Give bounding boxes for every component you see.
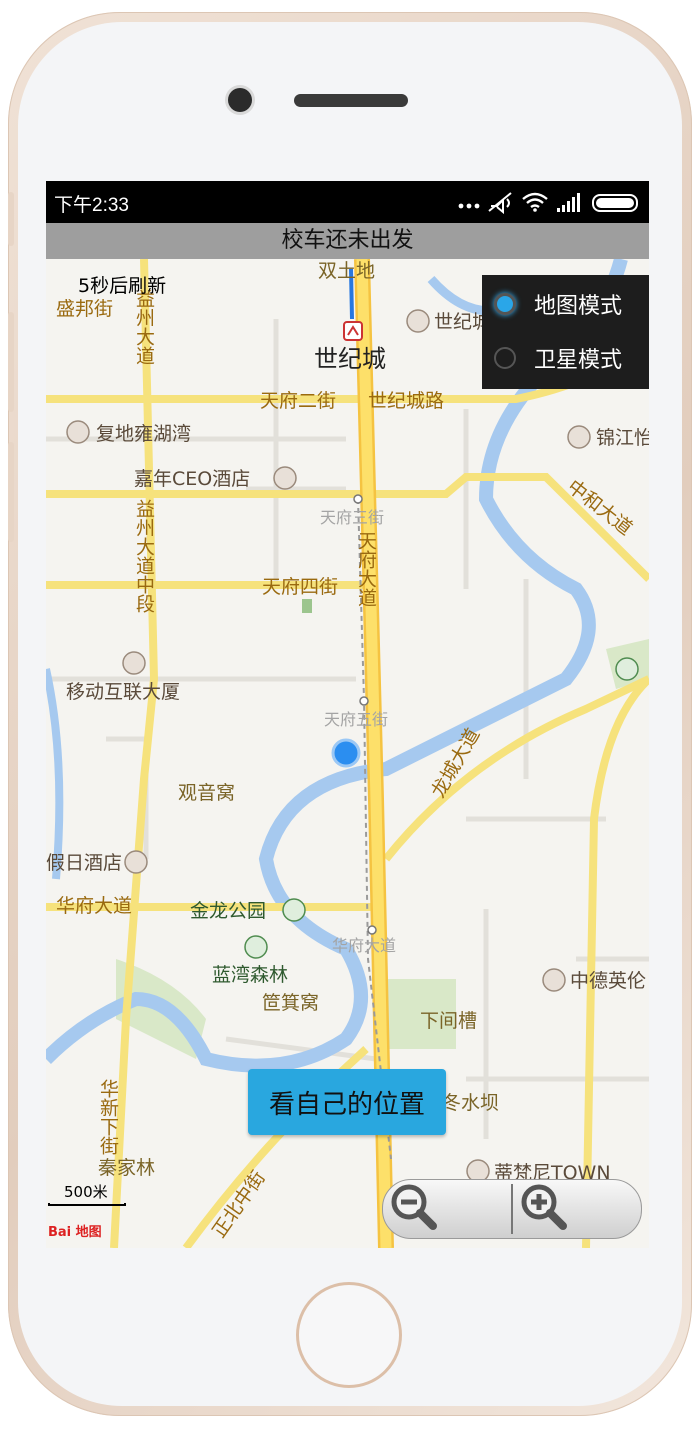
- earpiece-speaker: [294, 94, 408, 107]
- volume-down-button: [8, 442, 14, 542]
- radio-unselected-icon[interactable]: [494, 347, 516, 369]
- refresh-countdown: 5秒后刷新: [78, 275, 167, 297]
- map-label: 复地雍湖湾: [96, 423, 191, 445]
- map-label: 下间槽: [420, 1010, 477, 1032]
- map-label: 蓝湾森林: [212, 964, 288, 986]
- map-label: 天府五街: [324, 710, 388, 729]
- status-time: 下午2:33: [54, 195, 129, 216]
- baidu-map-logo: Bai 地图: [48, 1225, 102, 1240]
- zoom-in-button[interactable]: [513, 1180, 641, 1238]
- metro-station-icon: [343, 321, 363, 341]
- show-my-location-button[interactable]: 看自己的位置: [248, 1069, 446, 1135]
- status-bar: 下午2:33: [46, 181, 649, 223]
- signal-icon: [557, 193, 580, 212]
- map-label: 假日酒店: [46, 852, 122, 874]
- satellite-mode-label: 卫星模式: [534, 348, 623, 373]
- wifi-icon: [522, 192, 548, 212]
- app-screen: 下午2:33 校车还未出发 双土地 世纪城 世纪城 盛邦街 复地雍湖湾 锦江怡 …: [46, 181, 649, 1248]
- zoom-control: [382, 1179, 642, 1239]
- map-label: 金龙公园: [190, 900, 266, 922]
- satellite-mode-option[interactable]: 卫星模式: [494, 335, 622, 381]
- zoom-in-icon: [521, 1184, 567, 1230]
- map-label: 益州大道: [133, 289, 155, 365]
- map-label: 华新下街: [97, 1079, 119, 1155]
- map-view[interactable]: 双土地 世纪城 世纪城 盛邦街 复地雍湖湾 锦江怡 嘉年CEO酒店 天府二街 世…: [46, 259, 649, 1248]
- status-icons: [458, 192, 638, 215]
- map-label: 天府三街: [320, 508, 384, 527]
- map-label: 移动互联大厦: [66, 681, 180, 703]
- volume-up-button: [8, 312, 14, 412]
- map-label: 益州大道中段: [133, 499, 155, 613]
- more-icon: [458, 203, 480, 209]
- map-label: 笸箕窝: [262, 992, 319, 1014]
- home-button[interactable]: [296, 1282, 402, 1388]
- zoom-out-button[interactable]: [383, 1180, 511, 1238]
- mute-icon: [488, 192, 512, 215]
- map-label: 中德英伦: [570, 970, 646, 992]
- map-label: 冬水坝: [442, 1092, 499, 1114]
- scale-bar: [48, 1203, 126, 1206]
- map-label: 双土地: [318, 260, 375, 282]
- mute-switch: [8, 192, 14, 246]
- map-label: 世纪城路: [368, 390, 444, 412]
- battery-icon: [592, 194, 638, 212]
- map-label: 观音窝: [178, 782, 235, 804]
- map-label: 华府大道: [332, 936, 396, 955]
- map-label: 华府大道: [56, 895, 132, 917]
- front-camera: [228, 88, 252, 112]
- map-label: 锦江怡: [596, 427, 649, 449]
- map-mode-label: 地图模式: [534, 294, 623, 319]
- zoom-out-icon: [391, 1184, 437, 1230]
- radio-selected-icon[interactable]: [494, 293, 516, 315]
- page-title: 校车还未出发: [46, 223, 649, 259]
- map-label: 天府大道: [355, 531, 377, 607]
- map-label: 世纪城: [314, 345, 386, 373]
- map-label: 盛邦街: [56, 298, 113, 320]
- map-mode-option[interactable]: 地图模式: [494, 281, 622, 327]
- scale-label: 500米: [64, 1183, 108, 1201]
- my-location-marker: [331, 738, 361, 768]
- map-label: 天府二街: [260, 390, 336, 412]
- map-mode-panel: 地图模式 卫星模式: [482, 275, 649, 389]
- map-label: 天府四街: [262, 576, 338, 598]
- map-label: 秦家林: [98, 1157, 155, 1179]
- map-label: 嘉年CEO酒店: [134, 468, 250, 490]
